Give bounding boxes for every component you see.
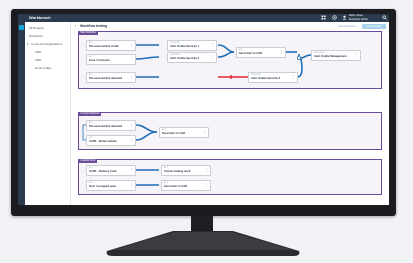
more-options-icon[interactable]: ⋮	[355, 53, 359, 57]
more-options-icon[interactable]: ⋮	[130, 168, 134, 172]
more-options-icon[interactable]: ⋮	[130, 75, 134, 79]
card-subtitle: ACT	[89, 56, 93, 59]
more-options-icon[interactable]: ⋮	[130, 57, 134, 61]
nav-item-add-1[interactable]: ADD	[35, 50, 41, 54]
workflow-card[interactable]: ACT Personal vehicle inside ⋮	[86, 40, 136, 51]
card-subtitle: ACT	[89, 182, 93, 185]
workflow-card[interactable]: ACT Send Alert to CAD ⋮	[236, 47, 286, 58]
card-subtitle: ACT	[89, 42, 93, 45]
card-title: Send Alert to CAD	[164, 185, 188, 189]
more-options-icon[interactable]: ⋮	[130, 183, 134, 187]
workflow-card[interactable]: ACT ALPR - Stolen vehicle ⋮	[86, 135, 136, 146]
card-title: Personal activity detected	[89, 77, 123, 81]
side-navigation: All Projects Workflows ▾ Connected Appli…	[25, 22, 71, 205]
nav-item-workflows[interactable]: Workflows	[29, 34, 43, 38]
title-bar: Workbench Robin Jones Enterprise Admin	[18, 14, 389, 22]
card-title: Alert Visible Security 1	[170, 45, 200, 49]
card-subtitle: ACT	[162, 129, 166, 132]
more-options-icon[interactable]: ⋮	[205, 168, 209, 172]
workflow-card[interactable]: ACT Unlock loading dock ⋮	[161, 165, 211, 176]
chevron-down-icon[interactable]: ▾	[27, 42, 29, 46]
nav-item-all-projects[interactable]: All Projects	[29, 26, 44, 30]
screen: Workbench Robin Jones Enterprise Admin A…	[18, 14, 389, 205]
icon-rail	[18, 22, 25, 205]
card-title: Send Alert to CAD	[162, 132, 186, 136]
search-icon[interactable]	[382, 15, 387, 20]
card-title: Alert Visible Management	[314, 55, 347, 59]
nav-item-connected-applications[interactable]: Connected Applications	[31, 42, 62, 46]
user-subtitle: Enterprise Admin	[349, 17, 369, 21]
workflow-panel-configs: Configs Database ACT Personal activity d…	[78, 112, 382, 150]
workflow-card[interactable]: ACT Personal activity detected ⋮	[86, 72, 136, 83]
back-icon[interactable]: ‹	[75, 24, 76, 28]
card-subtitle: ACT	[164, 167, 168, 170]
more-options-icon[interactable]: ⋮	[130, 123, 134, 127]
settings-icon[interactable]	[332, 15, 337, 20]
view-activity-link[interactable]: View all Activity	[338, 25, 356, 28]
workflow-canvas: ‹ Workflow testing View all Activity Add…	[71, 22, 389, 205]
more-options-icon[interactable]: ⋮	[130, 138, 134, 142]
card-title: Personal vehicle inside	[89, 45, 119, 49]
card-subtitle: NOTIFYING	[314, 52, 324, 55]
more-options-icon[interactable]: ⋮	[205, 183, 209, 187]
grid-icon[interactable]	[321, 15, 326, 20]
card-title: ALPR - Stolen vehicle	[89, 140, 117, 144]
more-options-icon[interactable]: ⋮	[280, 50, 284, 54]
workflow-card[interactable]: ACT Send Alert to CAD ⋮	[161, 180, 211, 191]
card-title: Alert Visible Security 2	[170, 57, 200, 61]
nav-item-add-2[interactable]: ADD	[35, 58, 41, 62]
user-block[interactable]: Robin Jones Enterprise Admin	[349, 14, 368, 21]
workflow-card[interactable]: ACT ALPR - Delivery truck ⋮	[86, 165, 136, 176]
workflow-card[interactable]: ACT Send Alert to CAD ⋮	[159, 127, 209, 138]
app-name: Workbench	[29, 15, 51, 20]
user-icon[interactable]	[342, 15, 347, 20]
more-options-icon[interactable]: ⋮	[211, 55, 215, 59]
card-subtitle: NOTIFYING	[170, 42, 180, 45]
nav-item-work-in-nike[interactable]: work in Nike	[35, 66, 51, 70]
card-subtitle: ACT	[89, 167, 93, 170]
home-icon[interactable]	[19, 25, 24, 30]
card-subtitle: ACT	[164, 182, 168, 185]
card-subtitle: ACT	[89, 122, 93, 125]
workflow-panel-main: Main Workflow ACT Personal vehicle insid…	[78, 31, 382, 89]
card-subtitle: NOTIFYING	[251, 74, 261, 77]
card-subtitle: NOTIFYING	[170, 54, 180, 57]
card-title: Unlock loading dock	[164, 170, 191, 174]
more-options-icon[interactable]: ⋮	[211, 43, 215, 47]
page-title: Workflow testing	[80, 24, 108, 28]
card-title: Send Alert to CAD	[239, 52, 263, 56]
workflow-panel-loading-dock: Loading Dock ACT ALPR - Delivery truck ⋮…	[78, 159, 382, 195]
workflow-card[interactable]: ACT Door 4 propped open ⋮	[86, 180, 136, 191]
card-subtitle: ACT	[89, 74, 93, 77]
monitor-stand-base	[106, 231, 300, 256]
workflow-card[interactable]: ACT Zone 1 Intrusion ⋮	[86, 54, 136, 65]
card-subtitle: ACT	[239, 49, 243, 52]
add-workflow-button[interactable]: Add Workflow	[362, 23, 386, 29]
workflow-card[interactable]: NOTIFYING Alert Visible Security 1 ⋮	[167, 40, 217, 51]
more-options-icon[interactable]: ⋮	[203, 130, 207, 134]
more-options-icon[interactable]: ⋮	[292, 75, 296, 79]
workflow-card[interactable]: NOTIFYING Alert Visible Security 2 ⋮	[167, 52, 217, 63]
card-title: Alert Visible Security 3	[251, 77, 281, 81]
workflow-card[interactable]: ACT Personal activity detected ⋮	[86, 120, 136, 131]
workflow-card[interactable]: NOTIFYING Alert Visible Management ⋮	[311, 50, 361, 61]
card-title: Door 4 propped open	[89, 185, 117, 189]
card-title: ALPR - Delivery truck	[89, 170, 117, 174]
card-subtitle: ACT	[89, 137, 93, 140]
workflow-card[interactable]: NOTIFYING Alert Visible Security 3 ⋮	[248, 72, 298, 83]
card-title: Zone 1 Intrusion	[89, 59, 110, 63]
more-options-icon[interactable]: ⋮	[130, 43, 134, 47]
card-title: Personal activity detected	[89, 125, 123, 129]
